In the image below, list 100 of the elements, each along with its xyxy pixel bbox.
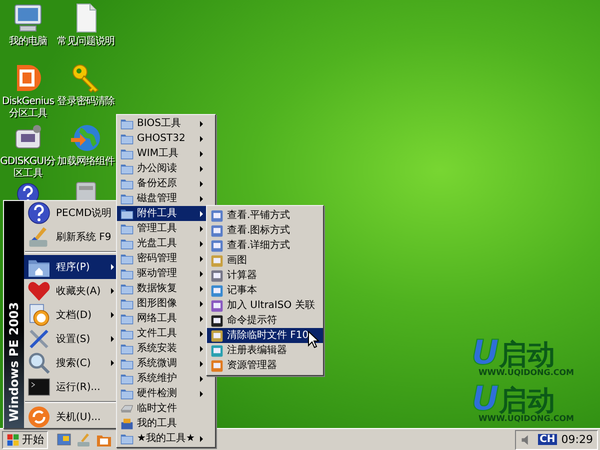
- submenu-arrow-icon: [200, 136, 203, 142]
- cursor-icon: [308, 331, 319, 348]
- menu-item[interactable]: PECMD说明: [24, 201, 117, 225]
- submenu-arrow-icon: [200, 150, 203, 156]
- program-icon: [210, 208, 224, 222]
- icon-label: 登录密码清除: [57, 96, 115, 108]
- magnifier-icon: [27, 351, 51, 375]
- menu-item[interactable]: 办公阅读: [117, 161, 215, 176]
- folder-icon: [120, 386, 134, 400]
- submenu-arrow-icon: [200, 120, 203, 126]
- submenu-arrow-icon: [200, 376, 203, 382]
- icon-label: 我的电脑: [8, 36, 48, 48]
- folder-icon: [120, 236, 134, 250]
- submenu-arrow-icon: [200, 240, 203, 246]
- folder-icon: [120, 176, 134, 190]
- menu-item[interactable]: ★我的工具★: [117, 431, 215, 446]
- program-icon: [210, 328, 224, 342]
- clock: 09:29: [561, 433, 593, 446]
- folder-icon: [120, 326, 134, 340]
- menu-item[interactable]: 临时文件: [117, 401, 215, 416]
- submenu-arrow-icon: [200, 346, 203, 352]
- submenu-arrow-icon: [200, 300, 203, 306]
- folder-icon: [120, 342, 134, 356]
- folder-icon: [120, 192, 134, 206]
- submenu-arrow-icon: [200, 196, 203, 202]
- language-indicator[interactable]: CH: [538, 434, 558, 445]
- program-icon: [210, 284, 224, 298]
- folder-icon: [120, 146, 134, 160]
- program-icon: [210, 314, 224, 328]
- logo-mark: U: [471, 382, 500, 416]
- submenu-arrow-icon: [200, 256, 203, 262]
- folder-icon: [120, 266, 134, 280]
- folder-icon: [120, 432, 134, 446]
- menu-item[interactable]: 清除临时文件 F10: [207, 328, 323, 343]
- submenu-arrow-icon: [200, 166, 203, 172]
- program-icon: [210, 224, 224, 238]
- icon-label: GDISKGUI分区工具: [0, 156, 56, 180]
- menu-item[interactable]: 文档(D): [24, 303, 117, 327]
- submenu-arrow-icon: [200, 270, 203, 276]
- submenu-arrow-icon: [200, 360, 203, 366]
- monitor-icon: [12, 2, 44, 34]
- logo-name: 启动: [499, 386, 556, 416]
- desktop-icon: [56, 432, 72, 448]
- logo-url: WWW.UQIDONG.COM: [478, 414, 574, 423]
- menu-item[interactable]: 运行(R)...: [24, 375, 117, 399]
- heart-icon: [27, 279, 51, 303]
- question-icon: [27, 201, 51, 225]
- submenu-arrow-icon: [200, 390, 203, 396]
- program-icon: [210, 344, 224, 358]
- icon-label: 加载网络组件: [57, 156, 115, 168]
- folder-icon: [120, 372, 134, 386]
- menu-item[interactable]: 程序(P): [24, 255, 117, 279]
- folder-icon: [120, 206, 134, 220]
- program-icon: [210, 358, 224, 372]
- logo-url: WWW.UQIDONG.COM: [478, 368, 574, 377]
- menu-item[interactable]: 系统维护: [117, 371, 215, 386]
- banner-title: Windows PE 2003: [7, 302, 21, 422]
- menu-item[interactable]: 磁盘管理: [117, 191, 215, 206]
- folder-icon: [120, 132, 134, 146]
- submenu-arrow-icon: [200, 436, 203, 442]
- program-icon: [210, 254, 224, 268]
- folder-icon: [120, 356, 134, 370]
- icon-label: 常见问题说明: [57, 36, 115, 48]
- program-icon: [210, 298, 224, 312]
- globe-icon: [70, 122, 102, 154]
- folder-icon: [120, 312, 134, 326]
- tools-icon: [27, 327, 51, 351]
- menu-item[interactable]: 搜索(C): [24, 351, 117, 375]
- windows-flag-icon: [6, 432, 20, 446]
- toolbox-icon: [120, 416, 134, 430]
- folder-icon: [120, 282, 134, 296]
- submenu-arrow-icon: [200, 210, 203, 216]
- menu-item[interactable]: 硬件检测: [117, 386, 215, 401]
- submenu-arrow-icon: [200, 226, 203, 232]
- brush-icon: [76, 432, 92, 448]
- program-icon: [210, 268, 224, 282]
- icon-label: DiskGenius分区工具: [0, 96, 56, 120]
- submenu-arrow-icon: [200, 286, 203, 292]
- folder-icon: [120, 222, 134, 236]
- folder-icon: [120, 116, 134, 130]
- folder-icon: [120, 252, 134, 266]
- menu-item[interactable]: 我的工具: [117, 416, 215, 431]
- power-icon: [27, 405, 51, 429]
- start-button[interactable]: 开始: [2, 430, 48, 448]
- submenu-arrow-icon: [200, 180, 203, 186]
- submenu-arrow-icon: [200, 330, 203, 336]
- program-icon: [210, 238, 224, 252]
- logo-mark: U: [471, 336, 500, 370]
- document-clock-icon: [27, 303, 51, 327]
- menu-item[interactable]: 刷新系统 F9: [24, 225, 117, 249]
- menu-item[interactable]: WIM工具: [117, 146, 215, 161]
- logo-name: 启动: [499, 340, 556, 370]
- menu-item[interactable]: GHOST32: [117, 131, 215, 146]
- menu-item[interactable]: 关机(U)...: [24, 405, 117, 429]
- menu-item[interactable]: BIOS工具: [117, 116, 215, 131]
- submenu-arrow-icon: [200, 316, 203, 322]
- folder-icon: [120, 162, 134, 176]
- menu-item[interactable]: 收藏夹(A): [24, 279, 117, 303]
- menu-item[interactable]: 备份还原: [117, 176, 215, 191]
- folder-icon: [120, 296, 134, 310]
